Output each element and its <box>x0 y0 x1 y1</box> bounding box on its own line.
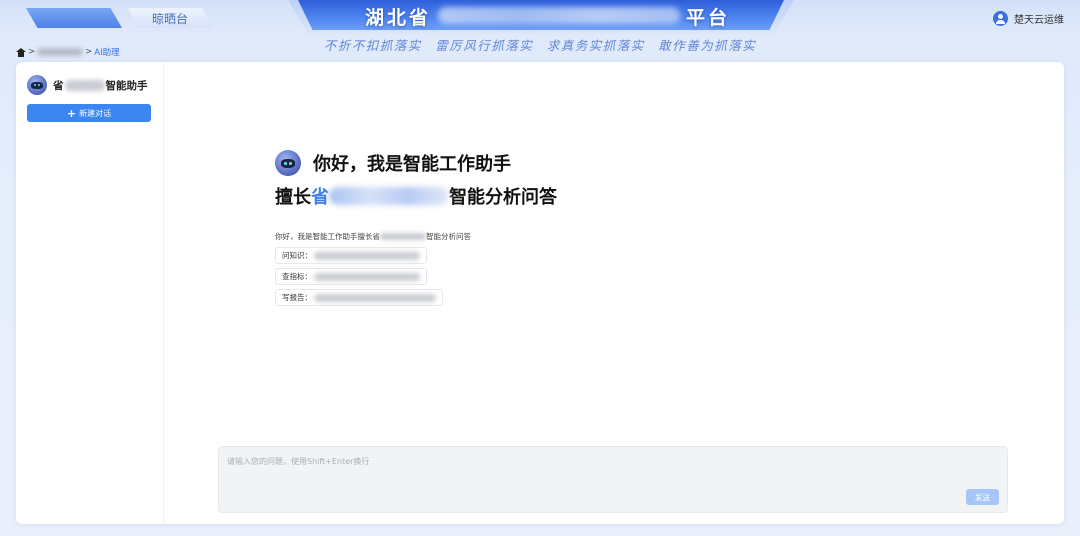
good-at-redacted <box>329 187 449 205</box>
good-at-accent: 省 <box>311 187 329 208</box>
user-name: 楚天云运维 <box>1014 15 1064 26</box>
page-title-suffix: 平台 <box>686 7 731 29</box>
intro-suffix: 智能分析问答 <box>426 232 471 241</box>
greeting: 你好，我是智能工作助手 <box>313 154 511 175</box>
send-button[interactable]: 发送 <box>966 489 999 505</box>
slogan: 不折不扣抓落实 雷厉风行抓落实 求真务实抓落实 敢作善为抓落实 <box>323 38 757 53</box>
prompt-label: 问知识： <box>282 251 312 260</box>
assistant-name-redacted <box>64 79 105 91</box>
robot-avatar-icon <box>27 75 47 95</box>
breadcrumb: > > AI助理 <box>16 46 120 58</box>
prompt-report[interactable]: 写报告： <box>275 289 443 306</box>
user-menu[interactable]: 楚天云运维 <box>993 11 1064 26</box>
new-chat-button[interactable]: + 新建对话 <box>27 104 151 122</box>
good-at-line: 擅长 省 智能分析问答 <box>275 183 557 209</box>
intro-text: 你好，我是智能工作助手擅长省 智能分析问答 <box>275 231 557 242</box>
breadcrumb-separator: > <box>85 47 93 57</box>
intro-prefix: 你好，我是智能工作助手擅长省 <box>275 232 380 241</box>
assistant-name-prefix: 省 <box>53 79 64 92</box>
assistant-name: 省 智能助手 <box>53 78 148 93</box>
prompt-redacted <box>314 293 436 302</box>
assistant-name-suffix: 智能助手 <box>105 79 148 92</box>
good-at-prefix: 擅长 <box>275 187 311 208</box>
breadcrumb-current: AI助理 <box>94 48 120 58</box>
nav-tab-board[interactable]: 晾晒台 <box>128 8 212 28</box>
page-title-prefix: 湖北省 <box>365 7 432 29</box>
prompt-knowledge[interactable]: 问知识： <box>275 247 427 264</box>
plus-icon: + <box>66 106 77 120</box>
breadcrumb-separator: > <box>28 47 36 57</box>
nav-tab-home[interactable] <box>26 8 122 28</box>
prompt-metrics[interactable]: 查指标： <box>275 268 427 285</box>
prompt-redacted <box>314 272 420 281</box>
robot-avatar-icon <box>275 150 301 176</box>
intro-redacted <box>380 233 426 240</box>
prompt-label: 查指标： <box>282 272 312 281</box>
title-redacted <box>438 7 680 24</box>
prompt-label: 写报告： <box>282 293 312 302</box>
user-avatar-icon <box>993 11 1008 26</box>
new-chat-label: 新建对话 <box>79 108 112 118</box>
welcome-panel: 你好，我是智能工作助手 擅长 省 智能分析问答 你好，我是智能工作助手擅长省 智… <box>275 150 557 306</box>
prompt-redacted <box>314 251 420 260</box>
chat-input[interactable] <box>219 447 1007 512</box>
main-card: 省 智能助手 + 新建对话 你好，我是智能工作助手 擅长 省 智能分析问答 你好… <box>16 62 1064 524</box>
sidebar: 省 智能助手 + 新建对话 <box>16 62 164 524</box>
home-icon[interactable] <box>16 47 26 57</box>
breadcrumb-redacted[interactable] <box>37 48 84 56</box>
good-at-suffix: 智能分析问答 <box>449 187 557 208</box>
chat-input-box: 发送 <box>218 446 1008 513</box>
assistant-header: 省 智能助手 <box>27 75 148 95</box>
